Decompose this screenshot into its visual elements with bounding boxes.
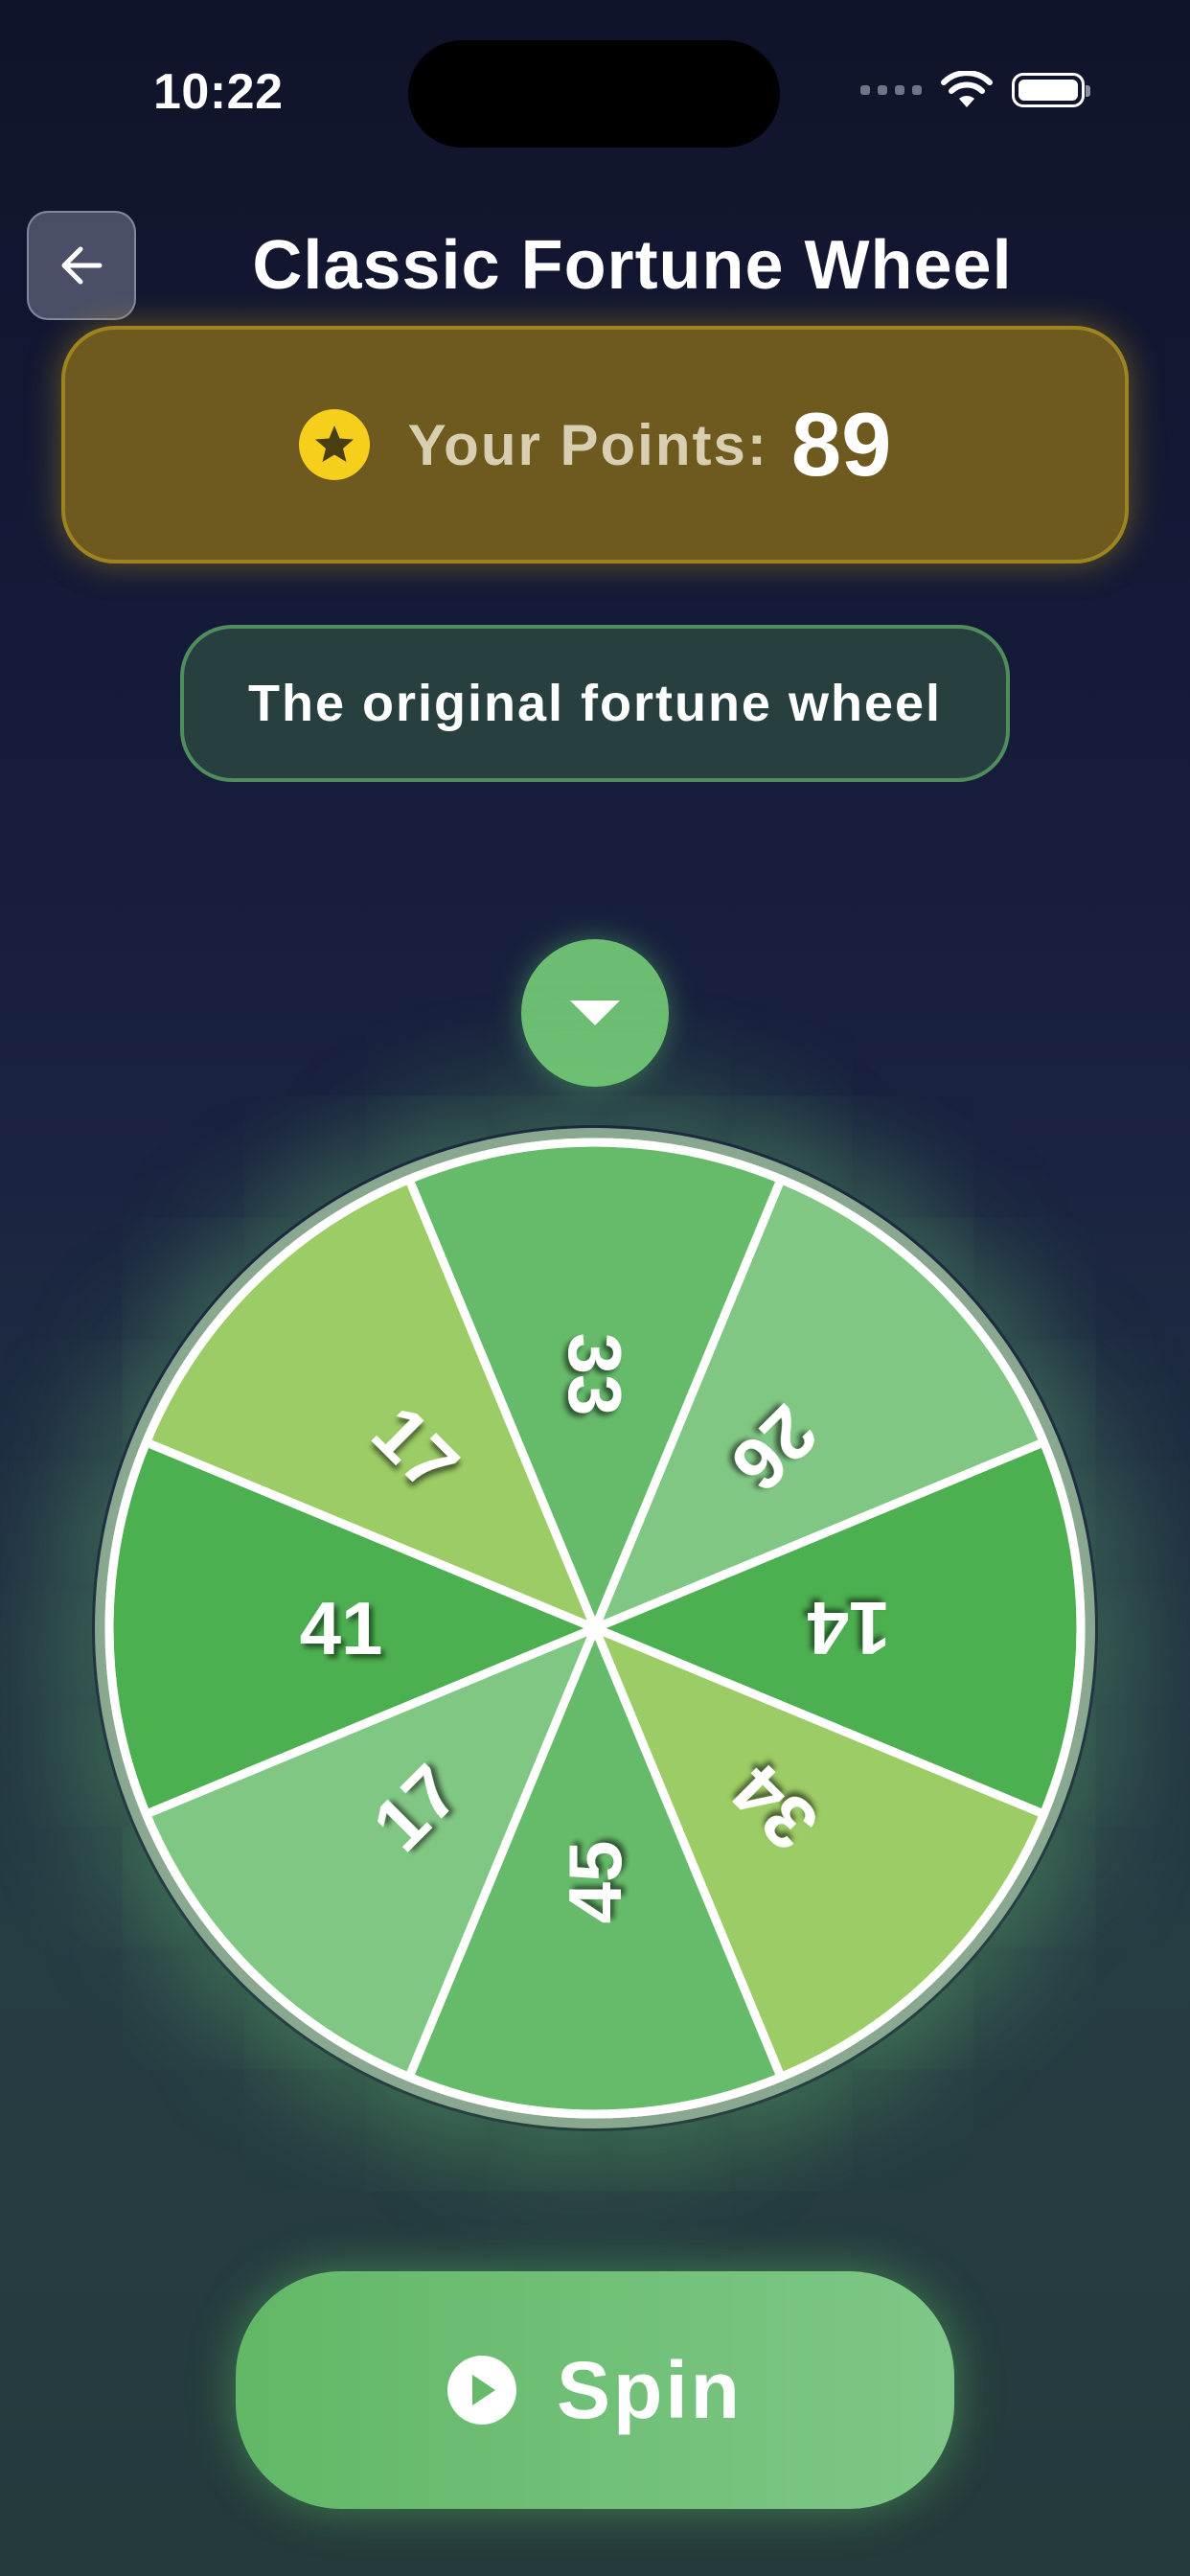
points-value: 89 [790, 394, 892, 494]
caret-down-icon [570, 1000, 620, 1025]
wheel-pointer [521, 939, 669, 1087]
status-icons [860, 71, 1090, 109]
points-card: Your Points: 89 [61, 326, 1129, 564]
wheel-description: The original fortune wheel [180, 625, 1010, 782]
battery-icon [1012, 73, 1090, 107]
cellular-signal-icon [860, 85, 922, 95]
status-time: 10:22 [153, 64, 284, 120]
dynamic-island [408, 40, 780, 148]
wheel-segment-label: 33 [553, 1333, 637, 1416]
wifi-icon [941, 71, 993, 107]
spin-button[interactable]: Spin [236, 2271, 954, 2509]
page-title: Classic Fortune Wheel [252, 227, 1013, 304]
arrow-left-icon [61, 246, 103, 285]
star-icon [298, 409, 370, 480]
fortune-wheel[interactable]: 3326143445174117 [92, 1125, 1098, 2131]
wheel-segment-label: 45 [553, 1841, 637, 1924]
back-button[interactable] [27, 211, 136, 320]
points-label: Your Points: [407, 412, 768, 477]
wheel-segment-label: 41 [300, 1586, 383, 1670]
wheel-segment-label: 14 [808, 1586, 891, 1670]
play-circle-icon [447, 2356, 516, 2425]
spin-label: Spin [557, 2344, 743, 2435]
